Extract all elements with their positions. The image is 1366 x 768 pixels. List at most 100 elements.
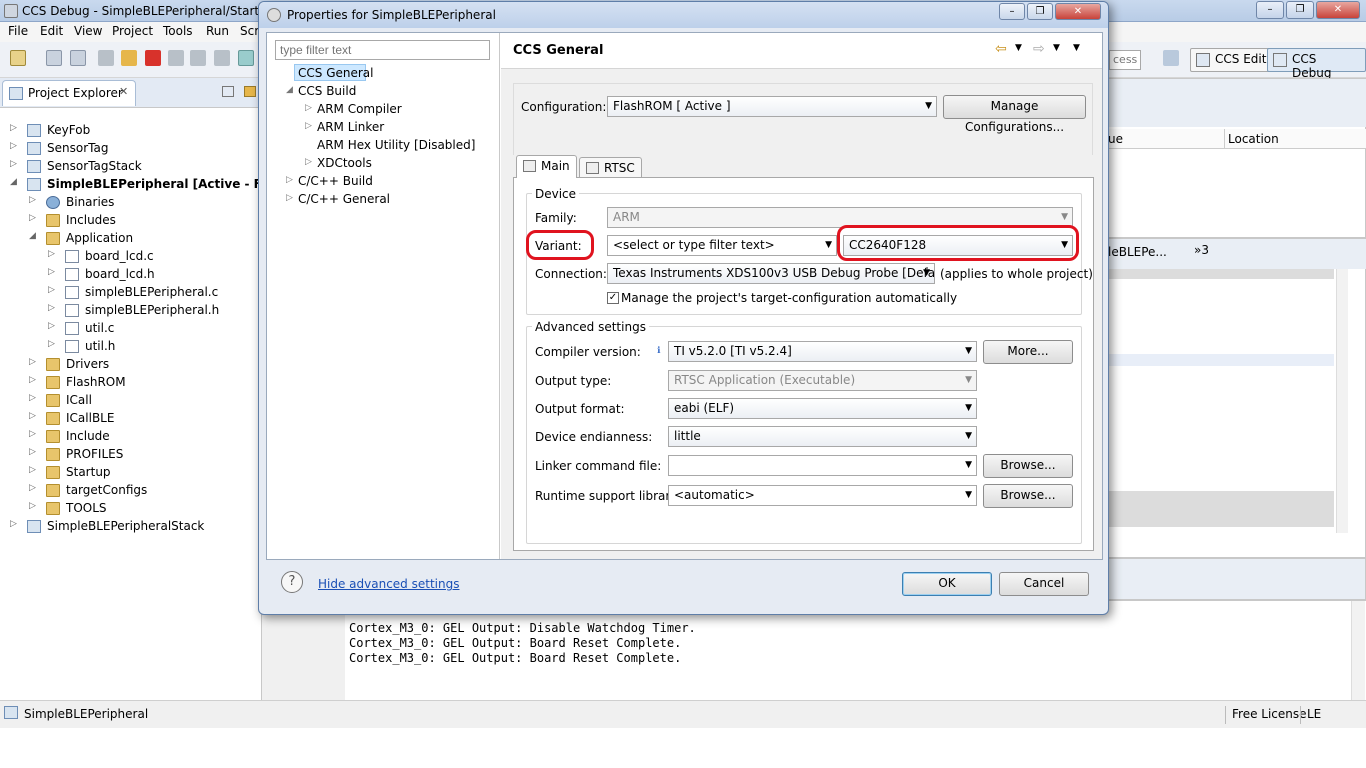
terminate-icon[interactable] bbox=[145, 50, 161, 66]
menu-view[interactable]: View bbox=[74, 24, 102, 38]
nav-ccs-build[interactable]: ◢ CCS Build bbox=[286, 84, 356, 98]
collapsed-arrow-icon[interactable]: ▷ bbox=[29, 357, 36, 367]
tab-main[interactable]: Main bbox=[516, 155, 577, 178]
configuration-select[interactable]: FlashROM [ Active ] ▼ bbox=[607, 96, 937, 117]
dialog-close-button[interactable]: ✕ bbox=[1055, 3, 1101, 20]
collapsed-arrow-icon[interactable]: ▷ bbox=[286, 175, 293, 185]
collapsed-arrow-icon[interactable]: ▷ bbox=[29, 393, 36, 403]
cancel-button[interactable]: Cancel bbox=[999, 572, 1089, 596]
menu-project[interactable]: Project bbox=[112, 24, 153, 38]
collapsed-arrow-icon[interactable]: ▷ bbox=[29, 501, 36, 511]
collapsed-arrow-icon[interactable]: ▷ bbox=[29, 447, 36, 457]
nav-cpp-general[interactable]: ▷ C/C++ General bbox=[286, 192, 390, 206]
collapsed-arrow-icon[interactable]: ▷ bbox=[10, 159, 17, 169]
ok-button[interactable]: OK bbox=[902, 572, 992, 596]
browse-runtime-button[interactable]: Browse... bbox=[983, 484, 1073, 508]
more-tabs-indicator[interactable]: »3 bbox=[1194, 243, 1209, 257]
project-icon bbox=[27, 124, 41, 137]
collapsed-arrow-icon[interactable]: ▷ bbox=[29, 483, 36, 493]
collapsed-arrow-icon[interactable]: ▷ bbox=[29, 375, 36, 385]
dialog-maximize-button[interactable]: ❐ bbox=[1027, 3, 1053, 20]
step-over-icon[interactable] bbox=[190, 50, 206, 66]
compiler-version-select[interactable]: TI v5.2.0 [TI v5.2.4] ▼ bbox=[668, 341, 977, 362]
output-format-select[interactable]: eabi (ELF) ▼ bbox=[668, 398, 977, 419]
expanded-arrow-icon[interactable]: ◢ bbox=[286, 85, 293, 95]
save-icon[interactable] bbox=[46, 50, 62, 66]
close-tab-icon[interactable]: ✕ bbox=[119, 85, 128, 98]
forward-dropdown-icon[interactable]: ▼ bbox=[1053, 43, 1060, 53]
connection-select[interactable]: Texas Instruments XDS100v3 USB Debug Pro… bbox=[607, 263, 935, 284]
expanded-arrow-icon[interactable]: ◢ bbox=[10, 177, 17, 187]
nav-ccs-general[interactable]: CCS General bbox=[298, 66, 373, 80]
open-perspective-icon[interactable] bbox=[1163, 50, 1179, 66]
back-arrow-icon[interactable]: ⇦ bbox=[995, 41, 1007, 57]
collapsed-arrow-icon[interactable]: ▷ bbox=[48, 267, 55, 277]
back-dropdown-icon[interactable]: ▼ bbox=[1015, 43, 1022, 53]
collapsed-arrow-icon[interactable]: ▷ bbox=[48, 303, 55, 313]
suspend-icon[interactable] bbox=[121, 50, 137, 66]
quick-access-field[interactable]: cess bbox=[1109, 50, 1141, 70]
runtime-support-combo[interactable]: <automatic> ▼ bbox=[668, 485, 977, 506]
manage-configurations-button[interactable]: Manage Configurations... bbox=[943, 95, 1086, 134]
linker-command-file-combo[interactable]: ▼ bbox=[668, 455, 977, 476]
forward-arrow-icon[interactable]: ⇨ bbox=[1033, 41, 1045, 57]
collapsed-arrow-icon[interactable]: ▷ bbox=[10, 123, 17, 133]
nav-cpp-build[interactable]: ▷ C/C++ Build bbox=[286, 174, 373, 188]
ccs-debug-perspective[interactable]: CCS Debug bbox=[1267, 48, 1366, 80]
collapsed-arrow-icon[interactable]: ▷ bbox=[305, 103, 312, 113]
maximize-button[interactable]: ❐ bbox=[1286, 1, 1314, 19]
help-icon[interactable]: ? bbox=[281, 571, 303, 593]
more-button[interactable]: More... bbox=[983, 340, 1073, 364]
close-window-button[interactable]: ✕ bbox=[1316, 1, 1360, 19]
new-icon[interactable] bbox=[10, 50, 26, 66]
device-endianness-select[interactable]: little ▼ bbox=[668, 426, 977, 447]
resume-icon[interactable] bbox=[98, 50, 114, 66]
nav-arm-compiler[interactable]: ▷ ARM Compiler bbox=[305, 102, 402, 116]
dialog-minimize-button[interactable]: – bbox=[999, 3, 1025, 20]
collapsed-arrow-icon[interactable]: ▷ bbox=[48, 285, 55, 295]
step-return-icon[interactable] bbox=[214, 50, 230, 66]
view-menu-icon[interactable]: ▼ bbox=[1073, 43, 1080, 53]
collapsed-arrow-icon[interactable]: ▷ bbox=[29, 195, 36, 205]
collapsed-arrow-icon[interactable]: ▷ bbox=[29, 429, 36, 439]
collapsed-arrow-icon[interactable]: ▷ bbox=[286, 193, 293, 203]
collapsed-arrow-icon[interactable]: ▷ bbox=[48, 249, 55, 259]
collapsed-arrow-icon[interactable]: ▷ bbox=[305, 157, 312, 167]
nav-xdctools[interactable]: ▷ XDCtools bbox=[305, 156, 372, 170]
console-scrollbar[interactable] bbox=[1351, 601, 1365, 701]
collapsed-arrow-icon[interactable]: ▷ bbox=[29, 465, 36, 475]
save-all-icon[interactable] bbox=[70, 50, 86, 66]
debug-tab-label[interactable]: leBLEPe... bbox=[1108, 245, 1167, 259]
collapsed-arrow-icon[interactable]: ▷ bbox=[305, 121, 312, 131]
collapsed-arrow-icon[interactable]: ▷ bbox=[29, 411, 36, 421]
location-column-header: Location bbox=[1228, 132, 1279, 146]
collapsed-arrow-icon[interactable]: ▷ bbox=[48, 321, 55, 331]
hide-advanced-settings-link[interactable]: Hide advanced settings bbox=[318, 577, 459, 591]
ccs-edit-perspective[interactable]: CCS Edit bbox=[1190, 48, 1274, 72]
step-into-icon[interactable] bbox=[168, 50, 184, 66]
collapsed-arrow-icon[interactable]: ▷ bbox=[29, 213, 36, 223]
menu-edit[interactable]: Edit bbox=[40, 24, 63, 38]
manage-target-config-checkbox[interactable]: ✓ bbox=[607, 292, 619, 304]
variables-header: ue Location bbox=[1108, 129, 1366, 149]
collapsed-arrow-icon[interactable]: ▷ bbox=[10, 519, 17, 529]
collapsed-arrow-icon[interactable]: ▷ bbox=[48, 339, 55, 349]
menu-run[interactable]: Run bbox=[206, 24, 229, 38]
project-explorer-tab[interactable]: Project Explorer ✕ bbox=[2, 80, 136, 106]
link-editor-icon[interactable] bbox=[244, 86, 256, 97]
menu-script[interactable]: Scr bbox=[240, 24, 259, 38]
browse-linker-button[interactable]: Browse... bbox=[983, 454, 1073, 478]
nav-arm-linker[interactable]: ▷ ARM Linker bbox=[305, 120, 384, 134]
debug-tool-icon[interactable] bbox=[238, 50, 254, 66]
filter-input[interactable] bbox=[275, 40, 490, 60]
variant-filter-combo[interactable]: <select or type filter text> ▼ bbox=[607, 235, 837, 256]
debug-scrollbar[interactable] bbox=[1336, 269, 1348, 533]
menu-file[interactable]: File bbox=[8, 24, 28, 38]
menu-tools[interactable]: Tools bbox=[163, 24, 193, 38]
minimize-button[interactable]: – bbox=[1256, 1, 1284, 19]
nav-arm-hex-utility[interactable]: ARM Hex Utility [Disabled] bbox=[317, 138, 475, 152]
collapse-all-icon[interactable] bbox=[222, 86, 234, 97]
tab-rtsc[interactable]: RTSC bbox=[579, 157, 642, 179]
expanded-arrow-icon[interactable]: ◢ bbox=[29, 231, 36, 241]
collapsed-arrow-icon[interactable]: ▷ bbox=[10, 141, 17, 151]
